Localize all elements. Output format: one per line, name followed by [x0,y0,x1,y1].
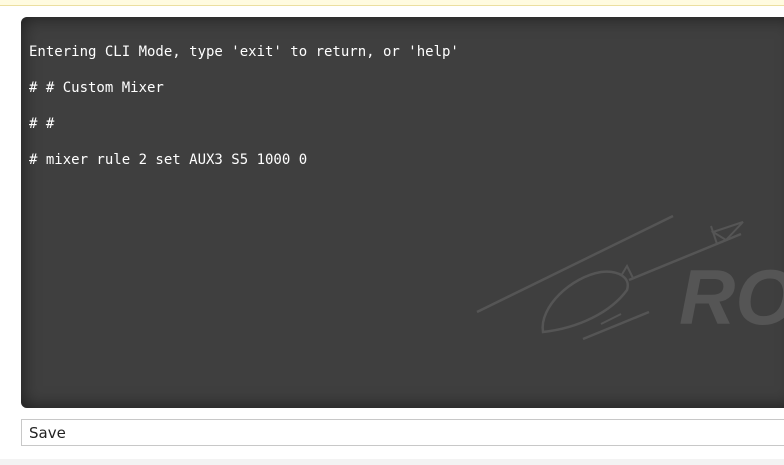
cli-command-field[interactable] [21,419,784,446]
console-line: # mixer rule 2 set AUX3 S5 1000 0 [29,152,308,168]
tail-rotor [710,221,744,242]
cli-command-input[interactable] [22,420,784,445]
rotor-blade-left [476,214,674,314]
console-lines: Entering CLI Mode, type 'exit' to return… [29,43,459,187]
helicopter-logo-icon: ROT [476,214,784,341]
console-line: Entering CLI Mode, type 'exit' to return… [29,44,459,60]
notice-banner [0,0,784,6]
cli-output-console[interactable]: Entering CLI Mode, type 'exit' to return… [21,17,784,408]
console-line: # # Custom Mixer [29,80,164,96]
footer-strip [0,459,784,465]
fuselage [541,270,630,334]
console-line: # # [29,116,55,132]
watermark-text: ROT [679,253,784,341]
